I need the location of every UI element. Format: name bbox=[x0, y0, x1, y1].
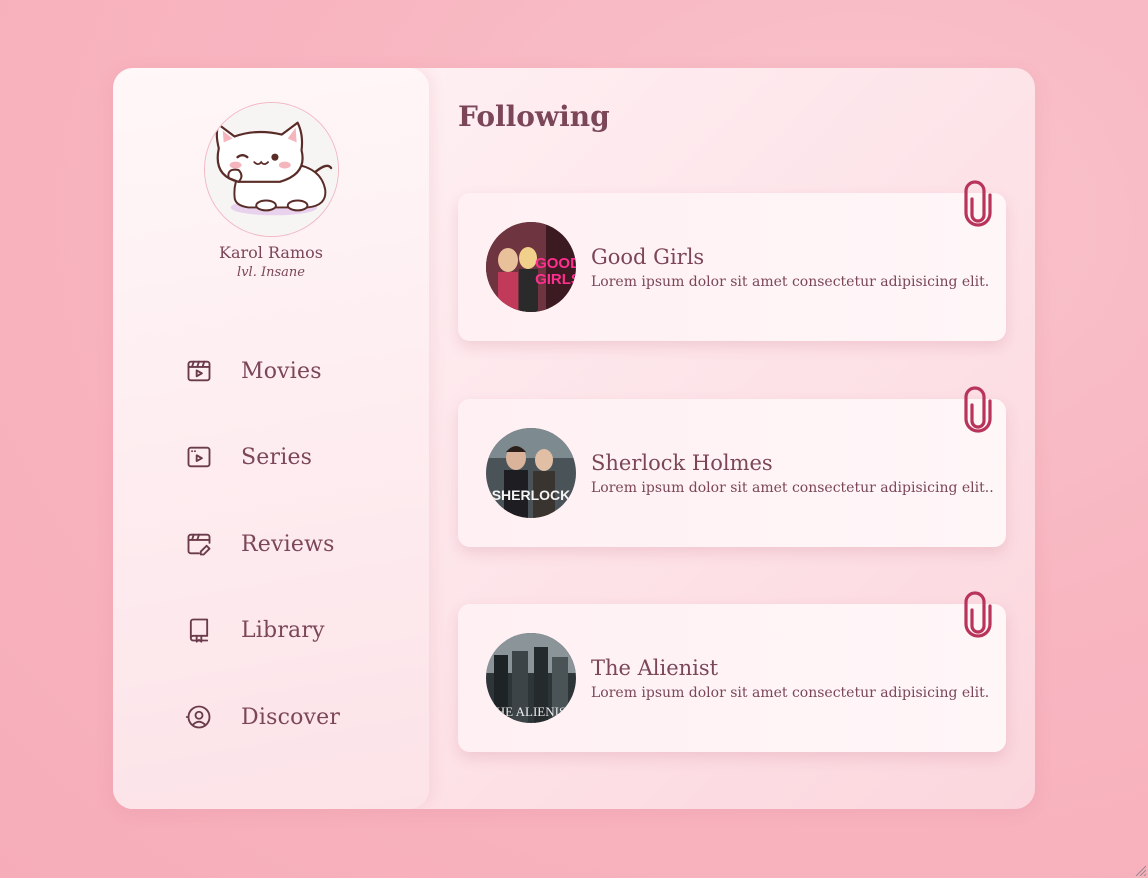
paperclip-icon[interactable] bbox=[960, 385, 996, 433]
good-girls-poster: GOOD GIRLS bbox=[486, 222, 576, 312]
review-edit-icon bbox=[187, 533, 211, 556]
sidebar-item-movies[interactable]: Movies bbox=[185, 351, 385, 391]
user-level: lvl. Insane bbox=[237, 265, 305, 280]
poster-title: GIRLS bbox=[535, 271, 576, 288]
the-alienist-poster: THE ALIENIST bbox=[486, 633, 576, 723]
sidebar: Karol Ramos lvl. Insane Movies Series Re… bbox=[113, 68, 429, 809]
sidebar-item-label: Library bbox=[241, 617, 325, 643]
sidebar-item-label: Reviews bbox=[241, 531, 335, 557]
poster-title: THE ALIENIST bbox=[488, 704, 574, 719]
show-thumbnail: SHERLOCK bbox=[486, 428, 576, 518]
sidebar-item-library[interactable]: Library bbox=[185, 610, 385, 650]
movie-clapper-icon bbox=[187, 360, 211, 382]
card-title: The Alienist bbox=[591, 656, 719, 680]
show-thumbnail: THE ALIENIST bbox=[486, 633, 576, 723]
book-icon bbox=[189, 618, 209, 643]
video-play-icon bbox=[187, 446, 211, 468]
poster-title: GOOD bbox=[535, 255, 576, 272]
card-description: Lorem ipsum dolor sit amet consectetur a… bbox=[591, 480, 994, 496]
card-description: Lorem ipsum dolor sit amet consectetur a… bbox=[591, 685, 990, 701]
following-card[interactable]: SHERLOCK Sherlock Holmes Lorem ipsum dol… bbox=[458, 386, 1006, 547]
sidebar-item-discover[interactable]: Discover bbox=[185, 697, 385, 737]
poster-title: SHERLOCK bbox=[492, 487, 571, 503]
card-title: Good Girls bbox=[591, 245, 705, 269]
paperclip-icon[interactable] bbox=[960, 179, 996, 227]
user-name: Karol Ramos bbox=[219, 243, 323, 262]
sidebar-item-reviews[interactable]: Reviews bbox=[185, 524, 385, 564]
sidebar-item-label: Series bbox=[241, 444, 313, 470]
sidebar-item-label: Movies bbox=[241, 358, 322, 384]
sidebar-item-series[interactable]: Series bbox=[185, 437, 385, 477]
page-title: Following bbox=[458, 100, 610, 133]
following-card[interactable]: THE ALIENIST The Alienist Lorem ipsum do… bbox=[458, 591, 1006, 752]
cat-avatar-icon bbox=[205, 103, 338, 236]
show-thumbnail: GOOD GIRLS bbox=[486, 222, 576, 312]
sherlock-poster: SHERLOCK bbox=[486, 428, 576, 518]
app-window: Karol Ramos lvl. Insane Movies Series Re… bbox=[113, 68, 1035, 809]
discover-user-icon bbox=[185, 705, 211, 729]
following-card[interactable]: GOOD GIRLS Good Girls Lorem ipsum dolor … bbox=[458, 180, 1006, 341]
avatar[interactable] bbox=[204, 102, 339, 237]
resize-grip-icon[interactable] bbox=[1134, 864, 1146, 876]
paperclip-icon[interactable] bbox=[960, 590, 996, 638]
sidebar-item-label: Discover bbox=[241, 704, 341, 730]
card-description: Lorem ipsum dolor sit amet consectetur a… bbox=[591, 274, 990, 290]
card-title: Sherlock Holmes bbox=[591, 451, 773, 475]
